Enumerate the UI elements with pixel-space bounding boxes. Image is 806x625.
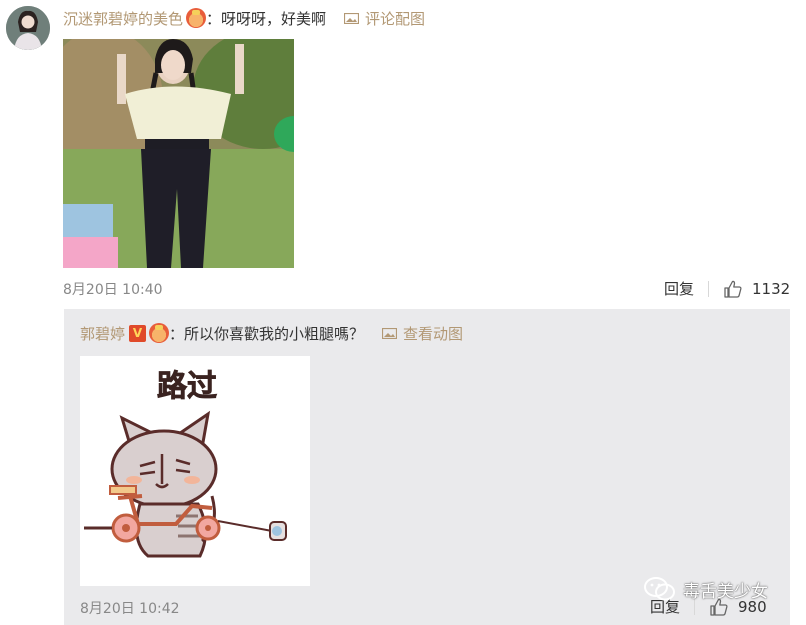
action-divider [708, 280, 710, 297]
verified-v-badge-icon: V [129, 324, 147, 342]
image-icon [382, 327, 398, 339]
comment-like-count: 1132 [752, 279, 791, 298]
member-badge-icon [186, 8, 207, 28]
watermark-text: 毒舌美少女 [683, 581, 768, 602]
view-comment-image-link[interactable]: 评论配图 [344, 8, 425, 29]
reply-line: 郭碧婷 V ：所以你喜歡我的小粗腿嗎？ 查看动图 [80, 321, 463, 345]
reply-sticker-image[interactable]: 路过 [80, 356, 310, 586]
commenter-avatar[interactable] [6, 6, 50, 50]
view-animated-image-link[interactable]: 查看动图 [382, 323, 463, 344]
comment-text: ：呀呀呀，好美啊 [206, 9, 327, 28]
comment-timestamp: 8月20日 10:40 [63, 282, 163, 298]
commenter-username[interactable]: 沉迷郭碧婷的美色 [63, 8, 183, 29]
thumbs-up-icon [724, 280, 742, 298]
view-comment-image-label: 评论配图 [365, 9, 426, 28]
reply-timestamp: 8月20日 10:42 [80, 601, 180, 617]
reply-text: ：所以你喜歡我的小粗腿嗎？ [169, 324, 365, 343]
comment-actions: 回复 1132 [664, 278, 790, 299]
wechat-logo-icon [644, 577, 675, 601]
comment-line: 沉迷郭碧婷的美色 ：呀呀呀，好美啊 评论配图 [63, 6, 425, 30]
view-animated-image-label: 查看动图 [403, 324, 464, 343]
comment-like-button[interactable]: 1132 [723, 279, 790, 299]
comment-photo[interactable] [63, 39, 294, 268]
sticker-caption: 路过 [157, 369, 217, 404]
comment-reply-button[interactable]: 回复 [664, 278, 694, 299]
wechat-watermark: 毒舌美少女 [643, 576, 768, 602]
member-badge-icon [149, 323, 170, 343]
reply-username[interactable]: 郭碧婷 [80, 323, 125, 344]
image-icon [344, 12, 360, 24]
